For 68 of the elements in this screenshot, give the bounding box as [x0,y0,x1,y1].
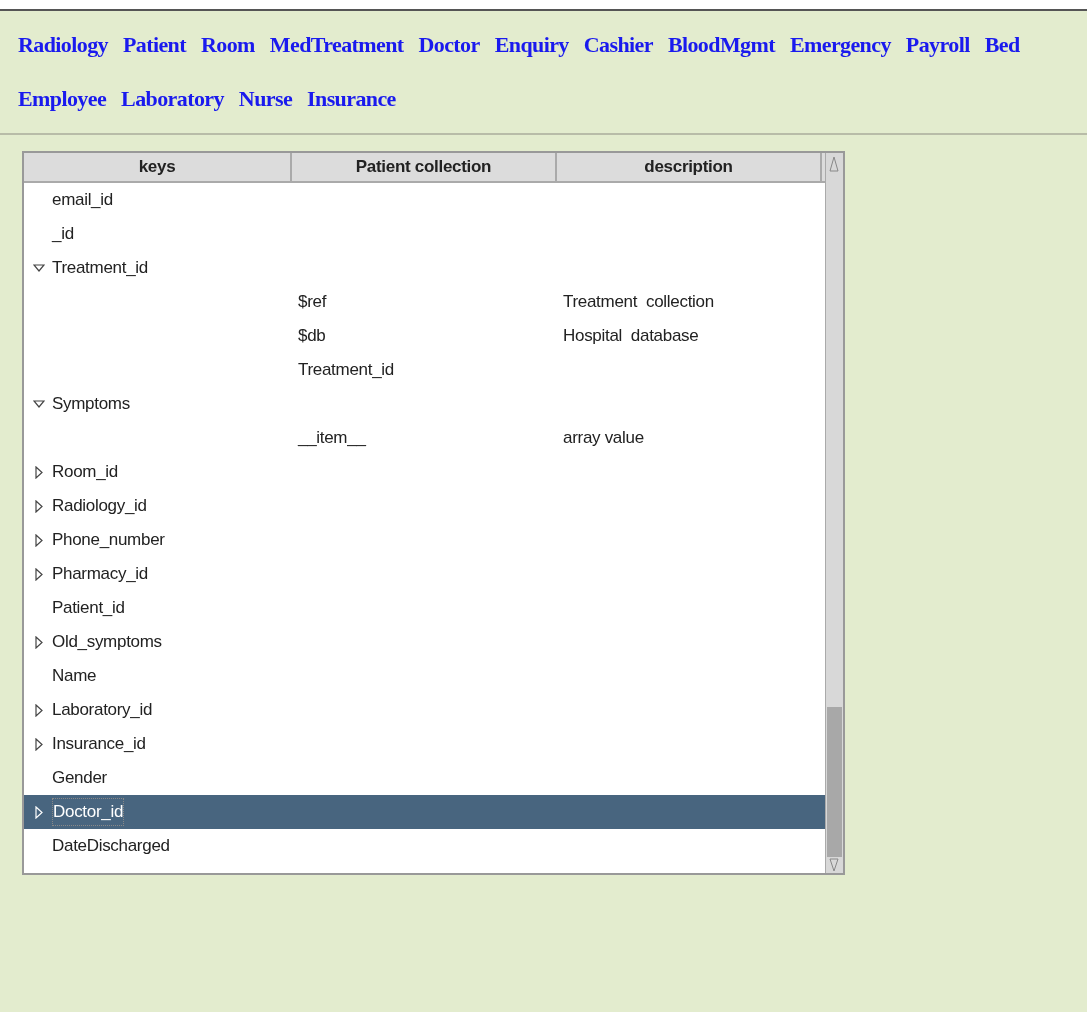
column-header[interactable]: Patient collection [292,153,557,181]
tree-row[interactable]: Room_id [24,455,825,489]
nav-link[interactable]: Nurse [238,83,293,115]
value-text: __item__ [298,428,366,448]
description-text: Hospital database [563,326,699,346]
tree-row[interactable]: Phone_number [24,523,825,557]
tree-row[interactable]: email_id [24,183,825,217]
nav-link[interactable]: Emergency [789,29,891,61]
nav-link[interactable]: MedTreatment [269,29,404,61]
key-text: Laboratory_id [52,699,153,722]
nav-link[interactable]: Insurance [307,83,396,115]
value-text: $ref [298,292,327,312]
expand-triangle-icon[interactable] [34,533,44,547]
key-text: Symptoms [52,393,130,416]
tree-row[interactable]: Radiology_id [24,489,825,523]
key-text: Patient_id [52,597,125,620]
nav-link[interactable]: Laboratory [121,83,224,115]
tree-row[interactable]: _id [24,217,825,251]
tree-row[interactable]: DateDischarged [24,829,825,863]
expand-triangle-icon[interactable] [34,567,44,581]
description-text: array value [563,428,644,448]
expand-triangle-icon[interactable] [34,499,44,513]
expand-triangle-icon[interactable] [34,737,44,751]
key-text: _id [52,223,74,246]
tree-row[interactable]: Treatment_id [24,251,825,285]
expand-triangle-icon[interactable] [34,635,44,649]
collapse-triangle-icon[interactable] [33,399,45,409]
value-text: $db [298,326,326,346]
expand-triangle-icon[interactable] [34,703,44,717]
nav-link[interactable]: Enquiry [494,29,569,61]
nav-link[interactable]: Cashier [583,29,653,61]
key-text: Old_symptoms [52,631,162,654]
scrollbar[interactable] [825,153,843,873]
tree-row[interactable]: Old_symptoms [24,625,825,659]
key-text: email_id [52,189,113,212]
scroll-thumb[interactable] [827,707,842,857]
key-text: DateDischarged [52,835,170,858]
key-text: Doctor_id [52,798,125,826]
expand-triangle-icon[interactable] [34,465,44,479]
key-text: Room_id [52,461,118,484]
tree-row[interactable]: Symptoms [24,387,825,421]
tree-row[interactable]: Laboratory_id [24,693,825,727]
column-header[interactable]: description [557,153,822,181]
nav-link[interactable]: BloodMgmt [667,29,775,61]
key-text: Radiology_id [52,495,147,518]
key-text: Gender [52,767,107,790]
nav-link[interactable]: Patient [122,29,186,61]
tree-row[interactable]: Patient_id [24,591,825,625]
key-text: Pharmacy_id [52,563,148,586]
nav-link[interactable]: Payroll [905,29,970,61]
tree-row[interactable]: Gender [24,761,825,795]
value-text: Treatment_id [298,360,394,380]
nav-link[interactable]: Employee [18,83,107,115]
tree-row[interactable]: Name [24,659,825,693]
nav-link[interactable]: Doctor [418,29,480,61]
key-text: Insurance_id [52,733,146,756]
nav-link[interactable]: Bed [984,29,1020,61]
nav-link[interactable]: Room [200,29,255,61]
key-text: Name [52,665,97,688]
description-text: Treatment collection [563,292,714,312]
tree-row[interactable]: Pharmacy_id [24,557,825,591]
selected-tree-row[interactable]: Doctor_id [24,795,825,829]
collapse-triangle-icon[interactable] [33,263,45,273]
column-header[interactable]: keys [24,153,292,181]
nav-link[interactable]: Radiology [18,29,108,61]
key-text: Treatment_id [52,257,148,280]
key-text: Phone_number [52,529,165,552]
tree-row[interactable]: Insurance_id [24,727,825,761]
